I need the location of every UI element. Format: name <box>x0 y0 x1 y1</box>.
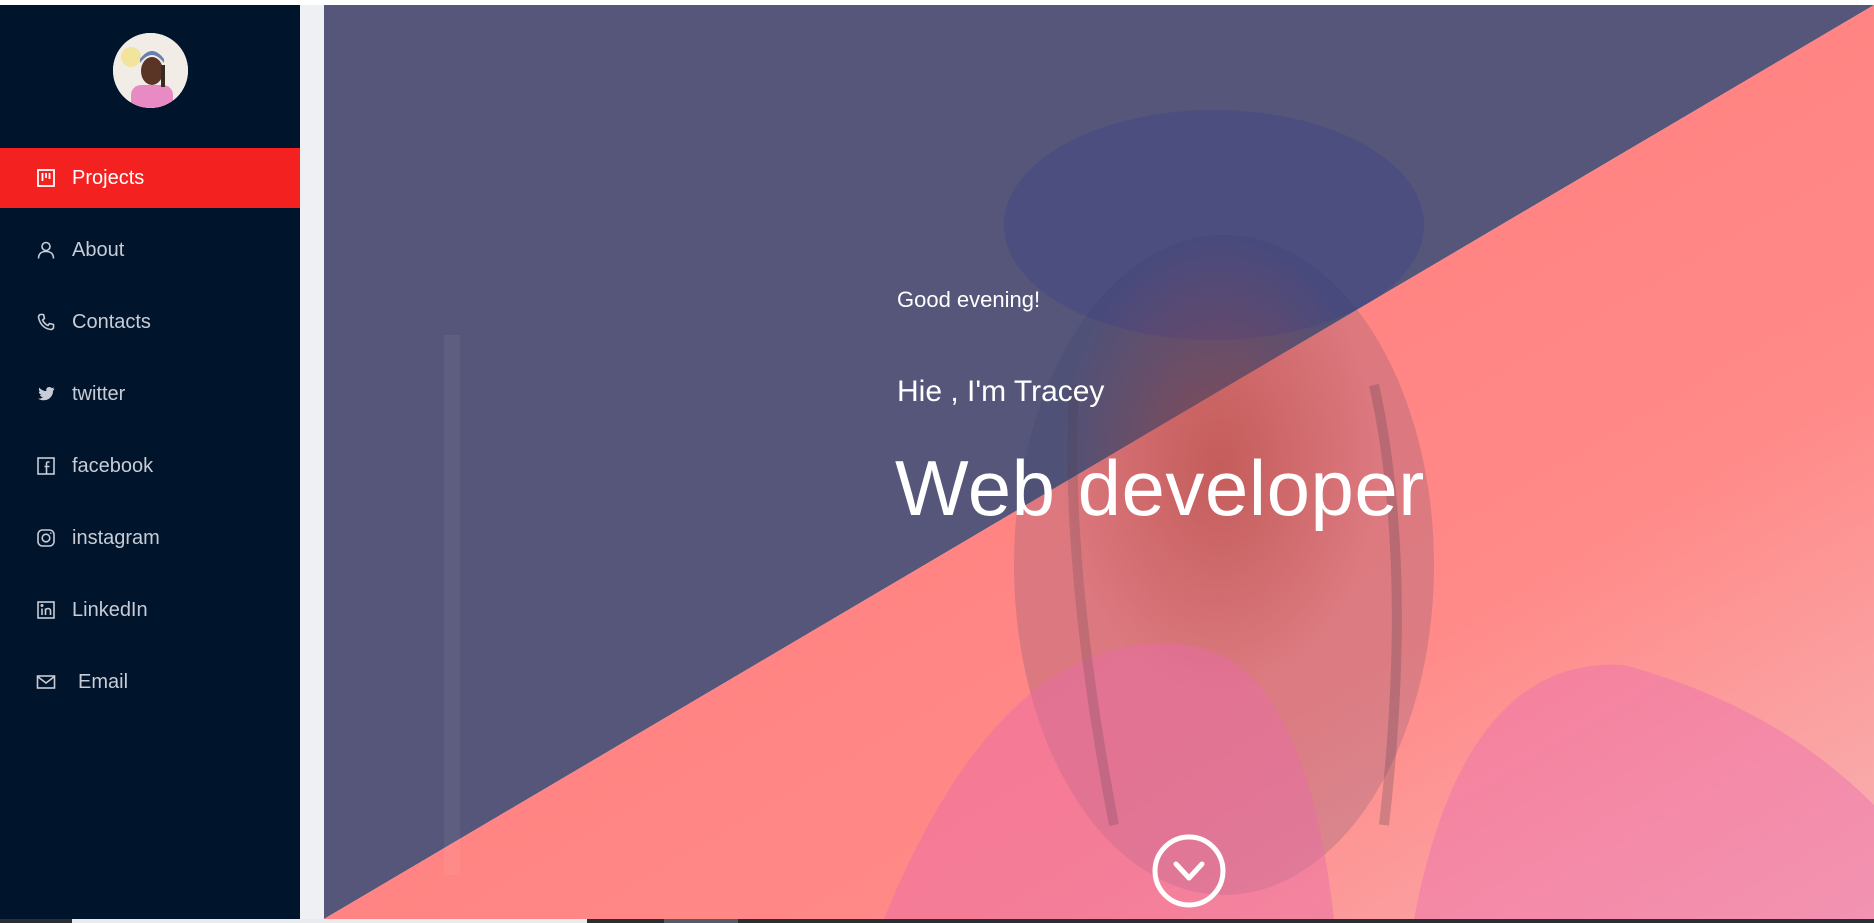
portfolio-page: Projects About Contacts twitter facebook… <box>0 0 1874 923</box>
facebook-icon <box>36 456 56 476</box>
sidebar-item-label: twitter <box>72 382 126 405</box>
sidebar-item-facebook[interactable]: facebook <box>0 436 300 496</box>
sidebar-item-label: About <box>72 238 125 261</box>
phone-icon <box>36 312 56 332</box>
avatar-image <box>113 33 188 108</box>
sidebar-item-contacts[interactable]: Contacts <box>0 292 300 352</box>
instagram-icon <box>36 528 56 548</box>
hero-section: Good evening! Hie , I'm Tracey Web devel… <box>324 5 1874 919</box>
content-gutter <box>300 5 324 919</box>
sidebar-item-linkedin[interactable]: LinkedIn <box>0 580 300 640</box>
sidebar-item-label: LinkedIn <box>72 598 148 621</box>
sidebar-item-label: instagram <box>72 526 160 549</box>
chevron-down-circle-icon <box>1152 834 1226 908</box>
sidebar-item-about[interactable]: About <box>0 220 300 280</box>
horizontal-scrollbar[interactable] <box>0 919 1874 923</box>
sidebar-item-projects[interactable]: Projects <box>0 148 300 208</box>
linkedin-icon <box>36 600 56 620</box>
sidebar-item-label: facebook <box>72 454 154 477</box>
sidebar: Projects About Contacts twitter facebook… <box>0 5 300 919</box>
user-icon <box>36 240 56 260</box>
mail-icon <box>36 672 56 692</box>
hero-greeting: Good evening! <box>897 287 1041 312</box>
scrollbar-thumb[interactable] <box>72 919 587 923</box>
hero-intro: Hie , I'm Tracey <box>897 375 1105 408</box>
scrollbar-marker <box>664 919 738 923</box>
hero-role-title: Web developer <box>895 444 1425 532</box>
sidebar-item-instagram[interactable]: instagram <box>0 508 300 568</box>
sidebar-item-label: Contacts <box>72 310 151 333</box>
twitter-icon <box>36 384 56 404</box>
sidebar-nav: Projects About Contacts twitter facebook… <box>0 148 300 724</box>
sidebar-item-email[interactable]: Email <box>0 652 300 712</box>
sidebar-item-twitter[interactable]: twitter <box>0 364 300 424</box>
avatar[interactable] <box>113 33 188 108</box>
projects-board-icon <box>36 168 56 188</box>
sidebar-item-label: Email <box>78 670 129 693</box>
scroll-down-button[interactable] <box>1151 833 1227 909</box>
sidebar-item-label: Projects <box>72 166 145 189</box>
